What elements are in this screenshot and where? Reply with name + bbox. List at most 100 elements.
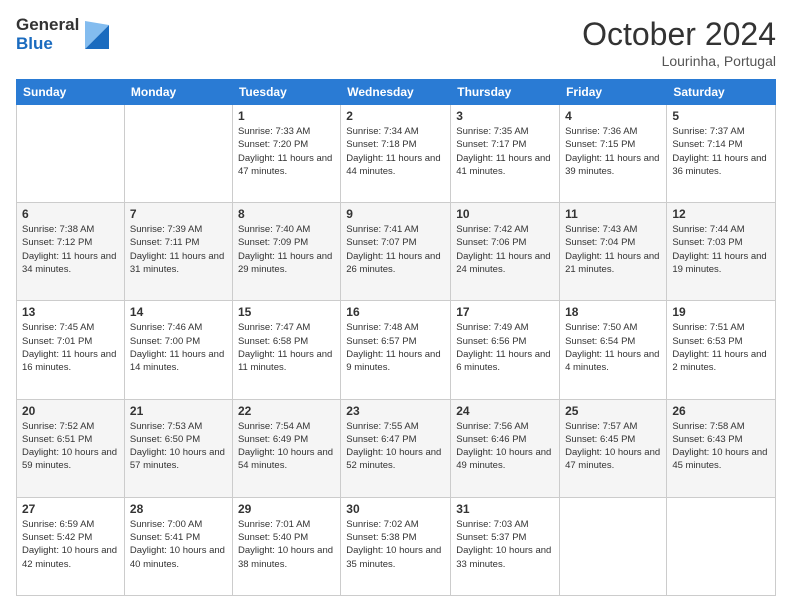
calendar-week-4: 20 Sunrise: 7:52 AM Sunset: 6:51 PM Dayli… [17, 399, 776, 497]
day-info: Sunrise: 7:50 AM Sunset: 6:54 PM Dayligh… [565, 321, 661, 374]
calendar-cell: 10Sunrise: 7:42 AM Sunset: 7:06 PM Dayli… [451, 203, 560, 301]
calendar-cell: 26 Sunrise: 7:58 AM Sunset: 6:43 PM Dayli… [667, 399, 776, 497]
day-number: 13 [22, 305, 119, 319]
calendar-cell: 24Sunrise: 7:56 AM Sunset: 6:46 PM Dayli… [451, 399, 560, 497]
day-number: 2 [346, 109, 445, 123]
day-info: Sunrise: 7:47 AM Sunset: 6:58 PM Dayligh… [238, 321, 335, 374]
calendar-cell: 28 Sunrise: 7:00 AM Sunset: 5:41 PM Dayli… [124, 497, 232, 595]
day-number: 28 [130, 502, 227, 516]
day-number: 24 [456, 404, 554, 418]
title-section: October 2024 Lourinha, Portugal [582, 16, 776, 69]
day-info: Sunrise: 7:39 AM Sunset: 7:11 PM Dayligh… [130, 223, 227, 276]
day-info: Sunrise: 7:49 AM Sunset: 6:56 PM Dayligh… [456, 321, 554, 374]
day-info: Sunrise: 7:34 AM Sunset: 7:18 PM Dayligh… [346, 125, 445, 178]
calendar-cell: 21Sunrise: 7:53 AM Sunset: 6:50 PM Dayli… [124, 399, 232, 497]
day-number: 22 [238, 404, 335, 418]
calendar-cell [17, 105, 125, 203]
calendar-cell: 25 Sunrise: 7:57 AM Sunset: 6:45 PM Dayli… [560, 399, 667, 497]
day-info: Sunrise: 7:33 AM Sunset: 7:20 PM Dayligh… [238, 125, 335, 178]
day-number: 1 [238, 109, 335, 123]
day-info: Sunrise: 7:57 AM Sunset: 6:45 PM Dayligh… [565, 420, 661, 473]
calendar-week-5: 27 Sunrise: 6:59 AM Sunset: 5:42 PM Dayli… [17, 497, 776, 595]
day-info: Sunrise: 7:40 AM Sunset: 7:09 PM Dayligh… [238, 223, 335, 276]
day-info: Sunrise: 6:59 AM Sunset: 5:42 PM Dayligh… [22, 518, 119, 571]
calendar-cell: 22 Sunrise: 7:54 AM Sunset: 6:49 PM Dayli… [232, 399, 340, 497]
calendar-cell: 19 Sunrise: 7:51 AM Sunset: 6:53 PM Dayli… [667, 301, 776, 399]
logo-general: General [16, 16, 79, 35]
day-info: Sunrise: 7:58 AM Sunset: 6:43 PM Dayligh… [672, 420, 770, 473]
location-subtitle: Lourinha, Portugal [582, 53, 776, 69]
calendar-header: Sunday Monday Tuesday Wednesday Thursday… [17, 80, 776, 105]
col-tuesday: Tuesday [232, 80, 340, 105]
day-info: Sunrise: 7:37 AM Sunset: 7:14 PM Dayligh… [672, 125, 770, 178]
calendar-cell: 3 Sunrise: 7:35 AM Sunset: 7:17 PM Daylig… [451, 105, 560, 203]
day-info: Sunrise: 7:35 AM Sunset: 7:17 PM Dayligh… [456, 125, 554, 178]
calendar-body: 1 Sunrise: 7:33 AM Sunset: 7:20 PM Daylig… [17, 105, 776, 596]
calendar-cell [560, 497, 667, 595]
calendar-cell: 16Sunrise: 7:48 AM Sunset: 6:57 PM Dayli… [341, 301, 451, 399]
day-number: 4 [565, 109, 661, 123]
day-info: Sunrise: 7:42 AM Sunset: 7:06 PM Dayligh… [456, 223, 554, 276]
calendar-cell: 14 Sunrise: 7:46 AM Sunset: 7:00 PM Dayli… [124, 301, 232, 399]
calendar-cell [667, 497, 776, 595]
day-number: 3 [456, 109, 554, 123]
day-info: Sunrise: 7:43 AM Sunset: 7:04 PM Dayligh… [565, 223, 661, 276]
calendar-cell: 23Sunrise: 7:55 AM Sunset: 6:47 PM Dayli… [341, 399, 451, 497]
day-number: 21 [130, 404, 227, 418]
day-number: 5 [672, 109, 770, 123]
calendar-cell: 18 Sunrise: 7:50 AM Sunset: 6:54 PM Dayli… [560, 301, 667, 399]
day-number: 20 [22, 404, 119, 418]
calendar-cell: 7 Sunrise: 7:39 AM Sunset: 7:11 PM Daylig… [124, 203, 232, 301]
calendar-cell: 11 Sunrise: 7:43 AM Sunset: 7:04 PM Dayli… [560, 203, 667, 301]
day-info: Sunrise: 7:54 AM Sunset: 6:49 PM Dayligh… [238, 420, 335, 473]
day-number: 14 [130, 305, 227, 319]
day-info: Sunrise: 7:45 AM Sunset: 7:01 PM Dayligh… [22, 321, 119, 374]
logo-triangle-icon [85, 21, 109, 49]
day-number: 18 [565, 305, 661, 319]
col-thursday: Thursday [451, 80, 560, 105]
col-wednesday: Wednesday [341, 80, 451, 105]
day-number: 27 [22, 502, 119, 516]
day-info: Sunrise: 7:01 AM Sunset: 5:40 PM Dayligh… [238, 518, 335, 571]
calendar-cell: 12Sunrise: 7:44 AM Sunset: 7:03 PM Dayli… [667, 203, 776, 301]
day-info: Sunrise: 7:38 AM Sunset: 7:12 PM Dayligh… [22, 223, 119, 276]
calendar-week-1: 1 Sunrise: 7:33 AM Sunset: 7:20 PM Daylig… [17, 105, 776, 203]
day-info: Sunrise: 7:55 AM Sunset: 6:47 PM Dayligh… [346, 420, 445, 473]
day-info: Sunrise: 7:00 AM Sunset: 5:41 PM Dayligh… [130, 518, 227, 571]
day-info: Sunrise: 7:46 AM Sunset: 7:00 PM Dayligh… [130, 321, 227, 374]
calendar-cell: 13 Sunrise: 7:45 AM Sunset: 7:01 PM Dayli… [17, 301, 125, 399]
logo: General Blue [16, 16, 109, 53]
page: General Blue October 2024 Lourinha, Port… [0, 0, 792, 612]
calendar-cell: 1 Sunrise: 7:33 AM Sunset: 7:20 PM Daylig… [232, 105, 340, 203]
calendar-cell: 15 Sunrise: 7:47 AM Sunset: 6:58 PM Dayli… [232, 301, 340, 399]
calendar-table: Sunday Monday Tuesday Wednesday Thursday… [16, 79, 776, 596]
calendar-cell: 4 Sunrise: 7:36 AM Sunset: 7:15 PM Daylig… [560, 105, 667, 203]
day-number: 25 [565, 404, 661, 418]
calendar-week-2: 6Sunrise: 7:38 AM Sunset: 7:12 PM Daylig… [17, 203, 776, 301]
day-number: 7 [130, 207, 227, 221]
col-sunday: Sunday [17, 80, 125, 105]
day-info: Sunrise: 7:36 AM Sunset: 7:15 PM Dayligh… [565, 125, 661, 178]
calendar-cell: 6Sunrise: 7:38 AM Sunset: 7:12 PM Daylig… [17, 203, 125, 301]
day-info: Sunrise: 7:51 AM Sunset: 6:53 PM Dayligh… [672, 321, 770, 374]
day-number: 29 [238, 502, 335, 516]
day-info: Sunrise: 7:41 AM Sunset: 7:07 PM Dayligh… [346, 223, 445, 276]
calendar-cell: 31Sunrise: 7:03 AM Sunset: 5:37 PM Dayli… [451, 497, 560, 595]
day-number: 16 [346, 305, 445, 319]
header: General Blue October 2024 Lourinha, Port… [16, 16, 776, 69]
day-number: 11 [565, 207, 661, 221]
calendar-cell: 30Sunrise: 7:02 AM Sunset: 5:38 PM Dayli… [341, 497, 451, 595]
day-number: 31 [456, 502, 554, 516]
day-number: 19 [672, 305, 770, 319]
day-number: 12 [672, 207, 770, 221]
day-info: Sunrise: 7:52 AM Sunset: 6:51 PM Dayligh… [22, 420, 119, 473]
col-saturday: Saturday [667, 80, 776, 105]
day-number: 17 [456, 305, 554, 319]
calendar-cell: 20 Sunrise: 7:52 AM Sunset: 6:51 PM Dayli… [17, 399, 125, 497]
day-number: 9 [346, 207, 445, 221]
day-number: 26 [672, 404, 770, 418]
weekday-row: Sunday Monday Tuesday Wednesday Thursday… [17, 80, 776, 105]
logo-blue: Blue [16, 35, 79, 54]
day-number: 15 [238, 305, 335, 319]
logo-text: General Blue [16, 16, 79, 53]
